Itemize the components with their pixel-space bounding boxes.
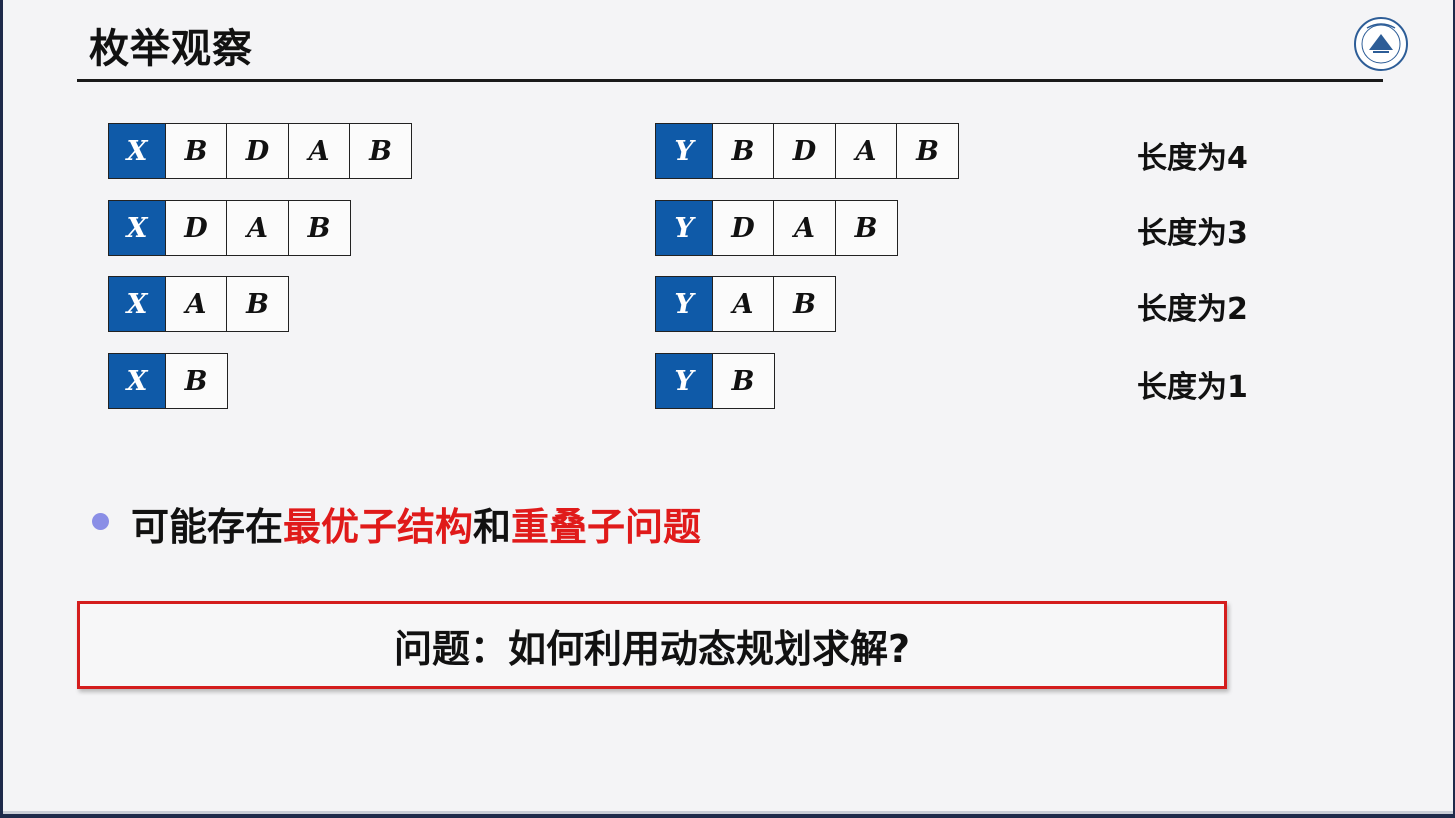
sequence-cell: A (773, 200, 836, 256)
university-logo-icon (1354, 17, 1408, 71)
sequence-cell: A (226, 200, 289, 256)
sequence-head-cell: X (108, 123, 166, 179)
sequence-head-cell: Y (655, 353, 713, 409)
sequence-x-row-2: X D A B (108, 200, 351, 256)
sequence-cell: B (711, 353, 775, 409)
sequence-cell: B (773, 276, 836, 332)
length-label: 长度为2 (1137, 292, 1248, 327)
sequence-cell: B (287, 200, 351, 256)
sequence-y-row-4: Y B (655, 353, 775, 409)
bullet-dot-icon (92, 513, 109, 530)
sequence-y-row-1: Y B D A B (655, 123, 959, 179)
sequence-head-cell: X (108, 276, 166, 332)
sequence-x-row-1: X B D A B (108, 123, 412, 179)
sequence-cell: D (164, 200, 228, 256)
highlight-overlapping-subproblems: 重叠子问题 (511, 505, 702, 549)
sequence-cell: B (164, 353, 228, 409)
sequence-head-cell: Y (655, 276, 713, 332)
bullet-text: 可能存在最优子结构和重叠子问题 (131, 496, 701, 551)
bullet-prefix: 可能存在 (131, 505, 284, 549)
sequence-head-cell: X (108, 353, 166, 409)
sequence-y-row-2: Y D A B (655, 200, 898, 256)
length-label: 长度为4 (1137, 141, 1248, 176)
length-label: 长度为1 (1137, 370, 1248, 405)
sequence-x-row-3: X A B (108, 276, 289, 332)
sequence-head-cell: Y (655, 123, 713, 179)
question-text: 问题：如何利用动态规划求解? (393, 626, 911, 671)
bullet-connector: 和 (473, 505, 512, 549)
length-label: 长度为3 (1137, 216, 1248, 251)
sequence-cell: A (834, 123, 898, 179)
sequence-cell: D (711, 200, 775, 256)
sequence-cell: B (711, 123, 775, 179)
question-box: 问题：如何利用动态规划求解? (77, 601, 1227, 689)
sequence-cell: B (896, 123, 959, 179)
sequence-cell: B (164, 123, 228, 179)
highlight-optimal-substructure: 最优子结构 (283, 505, 474, 549)
sequence-cell: D (773, 123, 836, 179)
sequence-x-row-4: X B (108, 353, 228, 409)
sequence-head-cell: Y (655, 200, 713, 256)
sequence-cell: A (164, 276, 228, 332)
title-divider (77, 79, 1383, 82)
sequence-cell: B (834, 200, 898, 256)
sequence-y-row-3: Y A B (655, 276, 836, 332)
sequence-cell: A (711, 276, 775, 332)
page-title: 枚举观察 (89, 26, 253, 72)
sequence-cell: B (226, 276, 289, 332)
sequence-cell: A (287, 123, 351, 179)
sequence-head-cell: X (108, 200, 166, 256)
sequence-cell: B (349, 123, 412, 179)
sequence-cell: D (226, 123, 289, 179)
slide: 枚举观察 X B D A B X D A B X A B X B Y B D A… (3, 0, 1453, 814)
